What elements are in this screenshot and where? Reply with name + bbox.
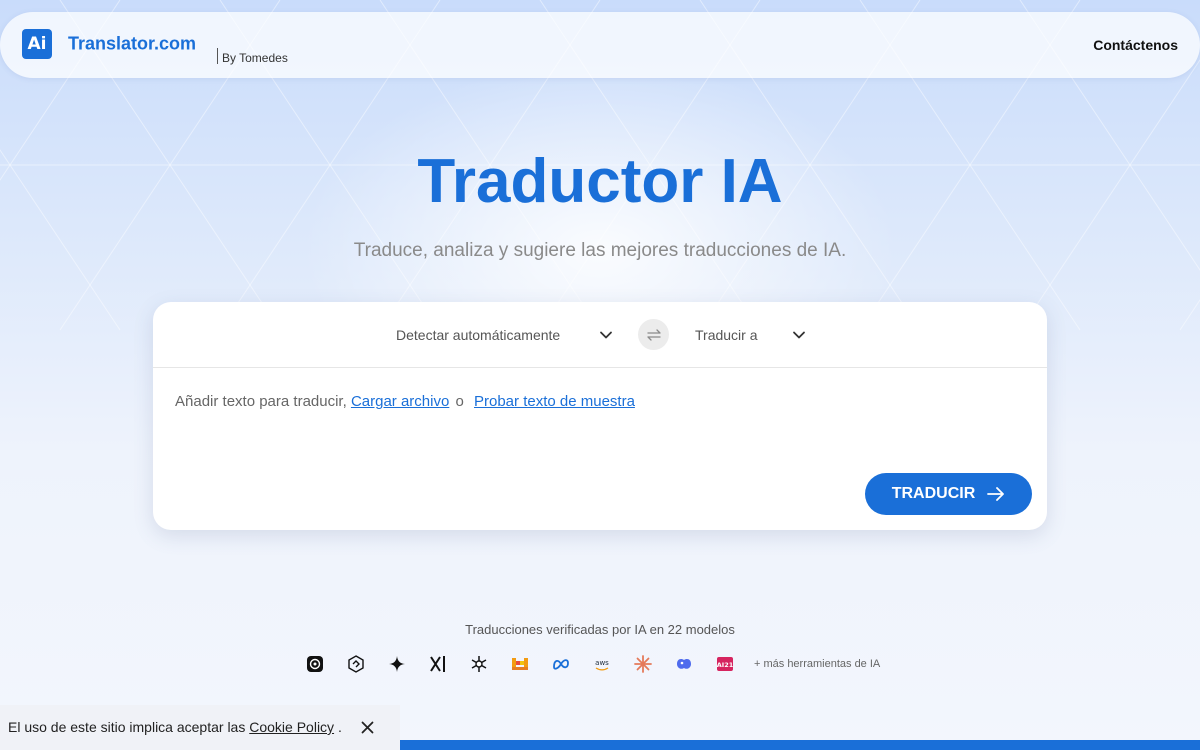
top-navbar: Ai Translator.com By Tomedes Contáctenos	[0, 12, 1200, 78]
swap-languages-button[interactable]	[638, 319, 669, 350]
logo-icon[interactable]: Ai	[22, 29, 52, 59]
text-input-area[interactable]: Añadir texto para traducir, Cargar archi…	[175, 393, 635, 410]
source-language-select[interactable]: Detectar automáticamente	[396, 327, 560, 343]
language-bar: Detectar automáticamente Traducir a	[153, 302, 1047, 368]
or-text: o	[455, 393, 464, 410]
gemini-icon	[387, 654, 407, 674]
page-title: Traductor IA	[417, 147, 783, 216]
cookie-message: El uso de este sitio implica aceptar las…	[8, 719, 342, 735]
aws-label: aws	[595, 659, 609, 667]
cookie-text: El uso de este sitio implica aceptar las	[8, 719, 246, 735]
page-subtitle: Traduce, analiza y sugiere las mejores t…	[353, 240, 847, 261]
cookie-suffix: .	[337, 719, 342, 735]
translator-card: Detectar automáticamente Traducir a Añad…	[153, 302, 1047, 530]
ai21-label: AI21	[717, 661, 734, 669]
chevron-down-icon[interactable]	[792, 328, 806, 342]
chevron-down-icon[interactable]	[599, 328, 613, 342]
perplexity-icon	[469, 654, 489, 674]
cookie-banner: El uso de este sitio implica aceptar las…	[0, 705, 400, 750]
close-icon[interactable]	[361, 721, 374, 734]
brand-name[interactable]: Translator.com	[68, 34, 196, 55]
brand-divider	[217, 48, 218, 64]
models-caption: Traducciones verificadas por IA en 22 mo…	[465, 622, 735, 637]
bottom-accent-bar	[400, 740, 1200, 750]
openai-icon	[305, 654, 325, 674]
xai-icon	[428, 654, 448, 674]
target-language-select[interactable]: Traducir a	[695, 327, 758, 343]
upload-file-link[interactable]: Cargar archivo	[351, 393, 449, 410]
anthropic-icon	[633, 654, 653, 674]
ai21-icon: AI21	[715, 654, 735, 674]
aws-icon: aws	[592, 654, 612, 674]
translate-button[interactable]: TRADUCIR	[865, 473, 1032, 515]
cookie-policy-link[interactable]: Cookie Policy	[249, 719, 334, 735]
input-placeholder[interactable]: Añadir texto para traducir,	[175, 393, 347, 410]
more-tools-link[interactable]: + más herramientas de IA	[754, 658, 880, 670]
deepseek-icon	[346, 654, 366, 674]
translate-button-label: TRADUCIR	[891, 485, 976, 502]
model-logos-row: aws AI21 + más herramientas de IA	[305, 654, 880, 674]
arrow-right-icon	[987, 487, 1005, 501]
sample-text-link[interactable]: Probar texto de muestra	[474, 393, 635, 410]
swap-icon	[646, 328, 661, 341]
brand-byline: By Tomedes	[222, 51, 288, 65]
meta-icon	[551, 654, 571, 674]
mistral-icon	[510, 654, 530, 674]
qwen-icon	[674, 654, 694, 674]
contact-link[interactable]: Contáctenos	[1093, 37, 1178, 53]
